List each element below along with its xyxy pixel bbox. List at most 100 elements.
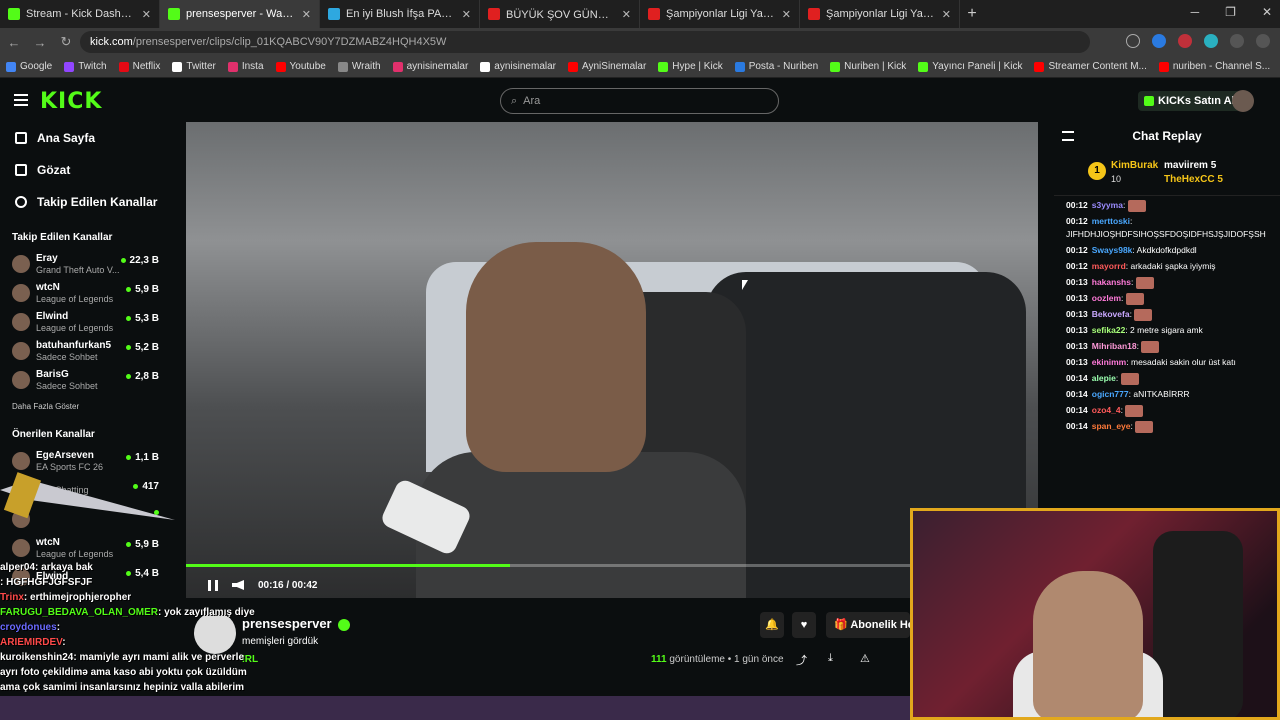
browser-tab[interactable]: prensesperver - Watch clips on ✕ <box>160 0 320 28</box>
extension-icon[interactable] <box>1204 34 1218 48</box>
menu-icon[interactable] <box>14 94 28 106</box>
overlay-chat-line: alper04: arkaya bak <box>0 560 290 575</box>
bookmark-label: Insta <box>241 61 264 72</box>
leader-third[interactable]: TheHexCC 5 <box>1164 174 1223 185</box>
message-user[interactable]: ekinimm <box>1092 357 1127 367</box>
bookmark-item[interactable]: AyniSinemalar <box>568 61 646 72</box>
nav-browse-label: Gözat <box>37 163 71 177</box>
nav-home[interactable]: Ana Sayfa <box>0 122 175 154</box>
message-time: 00:12 <box>1066 245 1088 255</box>
message-user[interactable]: sefika22 <box>1092 325 1126 335</box>
minimize-button[interactable]: ─ <box>1191 5 1200 19</box>
bookmark-item[interactable]: Insta <box>227 61 264 72</box>
maximize-button[interactable]: ❐ <box>1225 5 1236 19</box>
message-user[interactable]: ogicn777 <box>1092 389 1129 399</box>
message-time: 00:13 <box>1066 309 1088 319</box>
channel-item[interactable]: Eray Grand Theft Auto V... 22,3 B <box>0 249 175 278</box>
bookmark-item[interactable]: nuriben - Channel S... <box>1158 61 1270 72</box>
close-tab-icon[interactable]: ✕ <box>782 8 791 21</box>
heart-icon[interactable]: ♥ <box>792 612 816 638</box>
bookmark-item[interactable]: Nuriben | Kick <box>830 61 906 72</box>
channel-item[interactable]: BarisG Sadece Sohbet 2,8 B <box>0 365 175 394</box>
channel-item[interactable]: EgeArseven EA Sports FC 26 1,1 B <box>0 446 175 475</box>
kick-logo[interactable]: KICK <box>40 89 102 114</box>
message-user[interactable]: Sways98k <box>1092 245 1133 255</box>
report-icon[interactable]: ⚠ <box>860 652 870 665</box>
extension-icon[interactable] <box>1178 34 1192 48</box>
user-avatar[interactable] <box>1232 90 1254 112</box>
close-tab-icon[interactable]: ✕ <box>942 8 951 21</box>
overlay-chat-line: croydonues: <box>0 620 290 635</box>
bookmark-item[interactable]: Posta - Nuriben <box>734 61 818 72</box>
bookmark-item[interactable]: Yayıncı Paneli | Kick <box>918 61 1022 72</box>
message-user[interactable]: mayorrd <box>1092 261 1126 271</box>
buy-kicks-button[interactable]: KICKs Satın Al <box>1138 91 1241 111</box>
overlay-text: ayrı foto çekildimə ama kaso abi yoktu ç… <box>0 667 247 678</box>
close-window-button[interactable]: ✕ <box>1262 5 1272 19</box>
message-user[interactable]: Mihriban18 <box>1092 341 1137 351</box>
browser-tab[interactable]: BÜYÜK ŞOV GÜNÜ 🔥 I GRU ✕ <box>480 0 640 28</box>
channel-item[interactable]: Just Chatting 417 <box>0 475 175 504</box>
message-user[interactable]: ozo4_4 <box>1092 405 1121 415</box>
leader-name[interactable]: KimBurak <box>1111 160 1158 171</box>
star-icon[interactable] <box>1126 34 1140 48</box>
gift-sub-button[interactable]: 🎁 Abonelik Hediye Et <box>826 612 910 638</box>
close-tab-icon[interactable]: ✕ <box>302 8 311 21</box>
bookmark-item[interactable]: aynisinemalar <box>392 61 468 72</box>
download-icon[interactable]: ⤓ <box>828 652 833 665</box>
close-tab-icon[interactable]: ✕ <box>622 8 631 21</box>
search-input[interactable]: ⌕ Ara <box>500 88 779 114</box>
message-user[interactable]: hakanshs <box>1092 277 1131 287</box>
back-button[interactable]: ← <box>2 35 26 50</box>
menu-icon[interactable] <box>1256 34 1270 48</box>
bookmark-item[interactable]: Wraith <box>337 61 381 72</box>
channel-item[interactable]: wtcN League of Legends 5,9 B <box>0 278 175 307</box>
emote-icon <box>1125 404 1144 417</box>
bookmark-item[interactable]: aynisinemalar <box>480 61 556 72</box>
bookmark-item[interactable]: Twitch <box>64 61 107 72</box>
bookmark-item[interactable]: Hype | Kick <box>658 61 723 72</box>
close-tab-icon[interactable]: ✕ <box>462 8 471 21</box>
message-text: mesadaki sakin olur üst katı <box>1130 357 1236 367</box>
channel-item[interactable] <box>0 504 175 533</box>
bookmark-item[interactable]: Netflix <box>118 61 160 72</box>
close-tab-icon[interactable]: ✕ <box>142 8 151 21</box>
bookmark-item[interactable]: Youtube <box>275 61 326 72</box>
channel-item[interactable]: wtcN League of Legends 5,9 B <box>0 533 175 562</box>
gift-sub-label: Abonelik Hediye Et <box>850 619 910 631</box>
nav-following[interactable]: Takip Edilen Kanallar <box>0 186 175 218</box>
browser-tab[interactable]: Şampiyonlar Ligi Yarı Final | Atle ✕ <box>800 0 960 28</box>
message-user[interactable]: span_eye <box>1092 421 1131 431</box>
message-user[interactable]: merttoski <box>1092 216 1130 226</box>
viewer-count: 417 <box>133 481 159 492</box>
new-tab-button[interactable]: + <box>960 5 984 23</box>
message-user[interactable]: alepie <box>1092 373 1116 383</box>
channel-item[interactable]: Elwind League of Legends 5,3 B <box>0 307 175 336</box>
collapse-chat-icon[interactable] <box>1062 131 1074 141</box>
forward-button[interactable]: → <box>28 35 52 50</box>
browser-tab[interactable]: Stream - Kick Dashboard ✕ <box>0 0 160 28</box>
nav-browse[interactable]: Gözat <box>0 154 175 186</box>
message-user[interactable]: oozlem <box>1092 293 1121 303</box>
bookmark-item[interactable]: Google <box>6 61 52 72</box>
overlay-text: : erthimejrophjeropher <box>23 592 132 603</box>
extension-icon[interactable] <box>1152 34 1166 48</box>
bookmark-item[interactable]: Streamer Content M... <box>1034 61 1147 72</box>
url-field[interactable]: kick.com/prensesperver/clips/clip_01KQAB… <box>80 31 1090 53</box>
reload-button[interactable]: ↻ <box>54 34 78 50</box>
tab-label: Şampiyonlar Ligi Yarı Final | PSG <box>666 8 776 20</box>
message-user[interactable]: s3yyma <box>1092 200 1123 210</box>
leader-second[interactable]: maviirem 5 <box>1164 160 1216 171</box>
browser-tab[interactable]: En iyi Blush İfşa PART 1 - Tier Li ✕ <box>320 0 480 28</box>
viewer-count: 5,2 B <box>126 342 159 353</box>
overlay-user: kuroikenshin24 <box>0 652 74 663</box>
browser-tab[interactable]: Şampiyonlar Ligi Yarı Final | PSG ✕ <box>640 0 800 28</box>
message-time: 00:14 <box>1066 421 1088 431</box>
show-more-link[interactable]: Daha Fazla Göster <box>0 394 175 415</box>
message-user[interactable]: Bekovefa <box>1092 309 1130 319</box>
bell-icon[interactable]: 🔔 <box>760 612 784 638</box>
channel-item[interactable]: batuhanfurkan5 Sadece Sohbet 5,2 B <box>0 336 175 365</box>
share-icon[interactable]: ⤴ <box>796 652 807 668</box>
bookmark-item[interactable]: Twitter <box>172 61 216 72</box>
puzzle-icon[interactable] <box>1230 34 1244 48</box>
